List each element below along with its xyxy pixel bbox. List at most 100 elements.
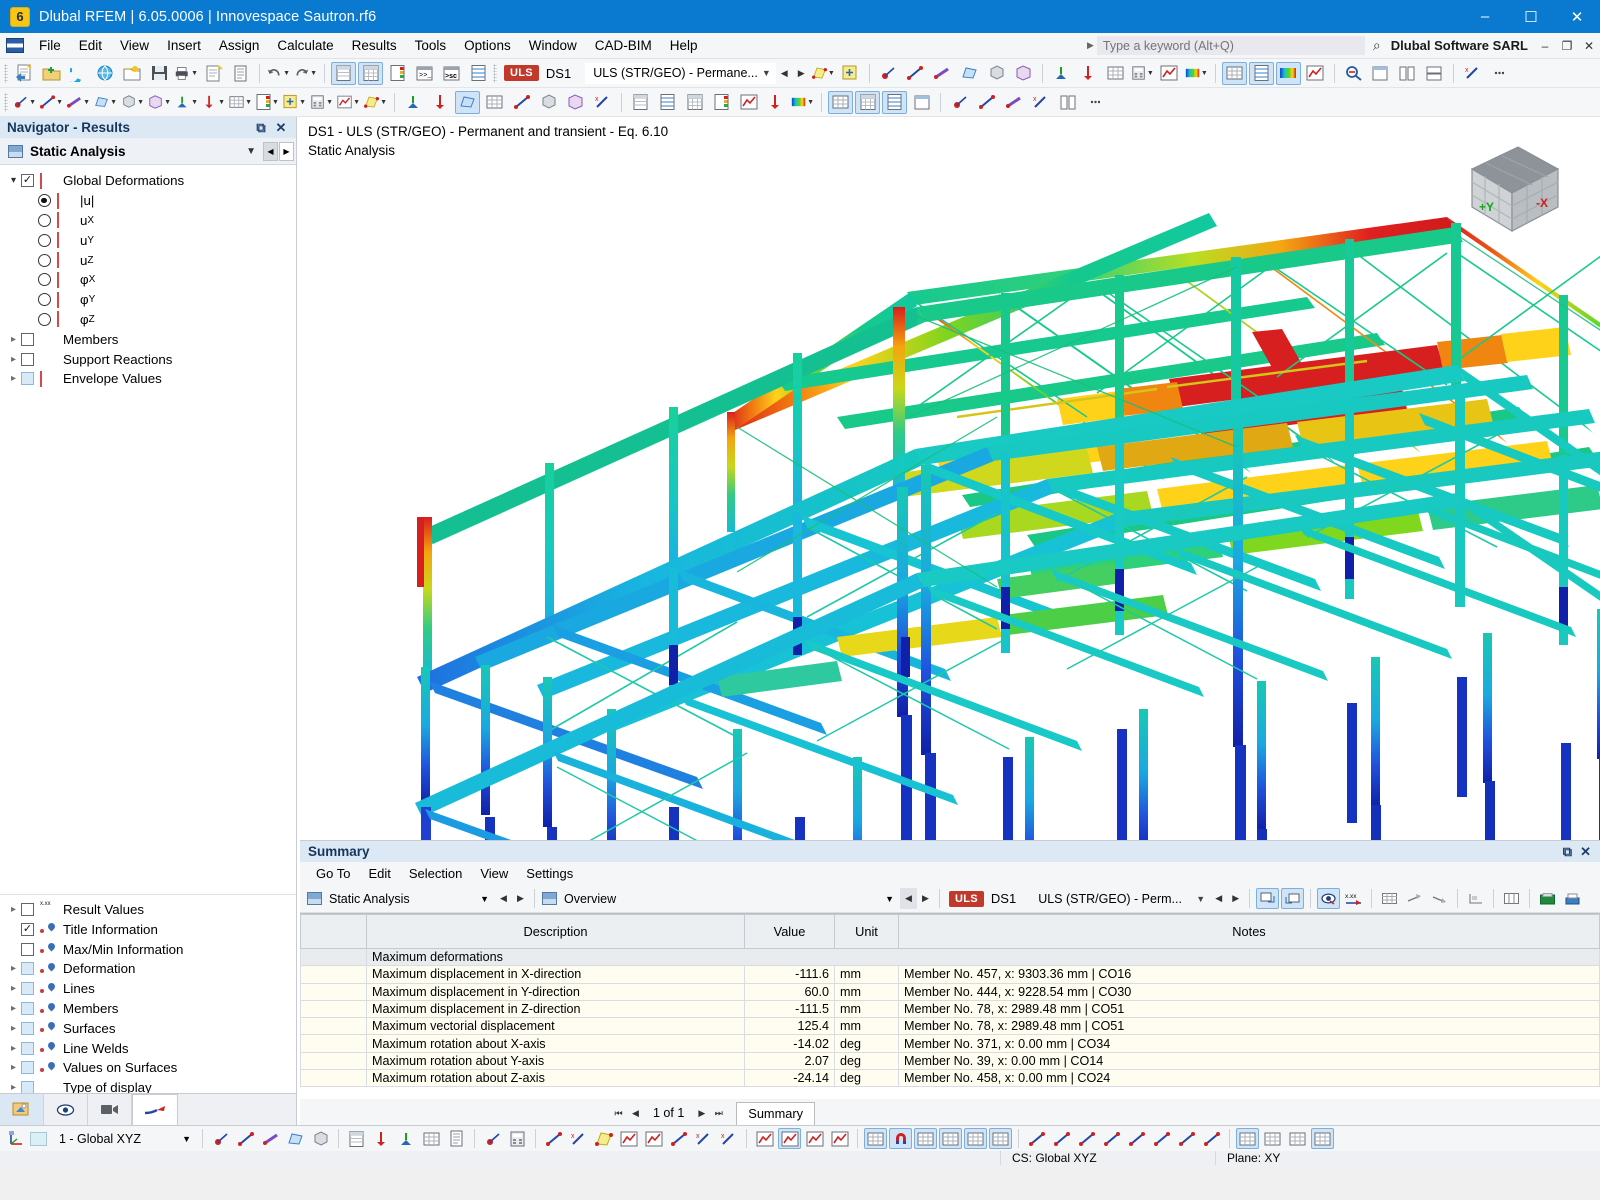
isolate-button[interactable] [828,1128,851,1149]
window-cascade-button[interactable] [1368,62,1393,85]
ortho-button[interactable] [882,90,907,114]
tree-item-deformation[interactable]: ▸ Deformation [0,959,296,979]
grid-6-status-button[interactable] [506,1128,529,1149]
show-mesh-button[interactable] [482,91,507,114]
tree-checkbox[interactable]: ✓ [21,174,34,188]
chevron-down-icon[interactable]: ▼ [240,146,262,157]
sx-button[interactable]: x [1460,62,1485,85]
tree-item-u[interactable]: |u| [0,191,296,211]
graphic-print-button[interactable] [1303,62,1328,85]
tree-radio[interactable] [38,233,51,247]
navigator-analysis-selector[interactable]: Static Analysis ▼ ◀ ▶ [0,138,296,165]
ortho-mode-button[interactable] [914,1128,937,1149]
select-node-button[interactable] [876,62,901,85]
table-row[interactable]: Maximum vectorial displacement 125.4 mm Mem… [300,1017,1600,1036]
nodal-load-button[interactable] [1076,62,1101,85]
add-object-button[interactable] [838,62,863,85]
tab-navigator-results[interactable] [132,1094,178,1125]
chevron-down-icon[interactable]: ▼ [272,99,279,106]
tree-checkbox[interactable] [21,1061,34,1075]
new-node-status-button[interactable] [209,1128,232,1149]
tree-item-u[interactable]: uY [0,230,296,250]
summary-close-icon[interactable]: ✕ [1580,844,1591,860]
new-surface-2-button[interactable]: ▼ [93,91,118,114]
filter-rows-button[interactable] [1256,888,1280,909]
coordinate-system-combo[interactable]: 1 - Global XYZ ▼ [57,1129,197,1149]
chevron-down-icon[interactable]: ▼ [182,1134,197,1144]
clipboard-status-button[interactable] [445,1128,468,1149]
result-display-2-button[interactable] [655,91,680,114]
chevron-down-icon[interactable]: ▼ [326,99,333,106]
tree-checkbox[interactable] [21,962,34,976]
summary-analysis-prev[interactable]: ◀ [495,888,512,909]
command-console-button[interactable]: >>_ [412,62,437,85]
measure-button[interactable] [947,91,972,114]
col-header-value[interactable]: Value [744,914,835,949]
layer-view-button[interactable] [1286,1128,1309,1149]
new-surface-status-button[interactable] [284,1128,307,1149]
render-mode-button[interactable] [753,1128,776,1149]
tree-expander[interactable]: ▸ [6,1062,21,1073]
tree-checkbox[interactable]: ✓ [21,922,34,936]
color-scale-button[interactable]: ▼ [1184,62,1209,85]
table-row[interactable]: Maximum displacement in Z-direction -111.… [300,999,1600,1019]
tree-item-max-min-information[interactable]: Max/Min Information [0,939,296,959]
show-lines-button[interactable] [509,91,534,114]
columns-button[interactable] [1500,888,1523,909]
search-input[interactable] [1096,36,1365,55]
cross-status-button[interactable]: x [692,1128,715,1149]
summary-table-wrapper[interactable]: Description Value Unit Notes Maximum def… [300,913,1600,1099]
summary-menu-go-to[interactable]: Go To [307,863,359,884]
summary-view-prev[interactable]: ◀ [900,888,917,909]
color-spectrum-button[interactable]: ▼ [790,91,815,114]
col-header-index[interactable] [300,914,367,949]
tree-expander[interactable]: ▸ [6,904,21,915]
parallel-snap-button[interactable] [1050,1128,1073,1149]
tab-navigator-data[interactable] [0,1094,44,1125]
table-row[interactable]: Maximum displacement in X-direction -111.… [300,965,1600,984]
table-row[interactable]: Maximum rotation about X-axis -14.02 deg Me… [300,1034,1600,1053]
tab-navigator-display[interactable] [44,1094,88,1125]
navigator-restore-icon[interactable]: ⧉ [254,120,268,136]
new-line-button[interactable]: ▼ [39,91,64,114]
offset-status-button[interactable] [667,1128,690,1149]
delete-button[interactable]: x [1028,91,1053,114]
web-services-button[interactable] [93,62,118,85]
maximize-button[interactable]: ☐ [1508,0,1554,33]
show-openings-button[interactable] [563,91,588,114]
menu-calculate[interactable]: Calculate [268,34,342,57]
load-x-status-button[interactable] [370,1128,393,1149]
select-opening-button[interactable] [1011,62,1036,85]
chevron-down-icon[interactable]: ▼ [218,99,225,106]
chevron-down-icon[interactable]: ▼ [1196,894,1205,904]
tree-checkbox[interactable] [21,903,34,917]
window-tile-vertical-button[interactable] [1395,62,1420,85]
menu-tools[interactable]: Tools [406,34,456,57]
new-opening-button[interactable]: ▼ [147,91,172,114]
tree-expander[interactable]: ▸ [6,1043,21,1054]
summary-view-combo[interactable]: Overview ▼ [540,888,900,910]
tree-expander[interactable]: ▸ [6,1082,21,1093]
summary-restore-icon[interactable]: ⧉ [1563,844,1572,860]
result-diagram-button[interactable] [1157,62,1182,85]
nodal-support-button[interactable] [1049,62,1074,85]
summary-menu-edit[interactable]: Edit [359,863,399,884]
tab-navigator-views[interactable] [88,1094,132,1125]
new-result-section-button[interactable]: ▼ [336,91,361,114]
redo-button[interactable]: ▼ [293,62,318,85]
menu-help[interactable]: Help [661,34,707,57]
chevron-down-icon[interactable]: ▼ [191,99,198,106]
magnet-snap-button[interactable] [889,1128,912,1149]
export-excel-button[interactable] [1536,888,1559,909]
analysis-settings-button[interactable]: ▼ [309,91,334,114]
tree-checkbox[interactable] [21,982,34,996]
tree-radio[interactable] [38,253,51,267]
chevron-down-icon[interactable]: ▼ [380,99,387,106]
cloud-button[interactable] [66,62,91,85]
snap-2-button[interactable] [855,90,880,114]
tree-item-surfaces[interactable]: ▸ Surfaces [0,1018,296,1038]
tree-item-[interactable]: φZ [0,310,296,330]
new-cross-section-button[interactable]: ▼ [363,91,388,114]
chevron-down-icon[interactable]: ▼ [283,70,290,77]
snap-grid-button[interactable] [864,1128,887,1149]
